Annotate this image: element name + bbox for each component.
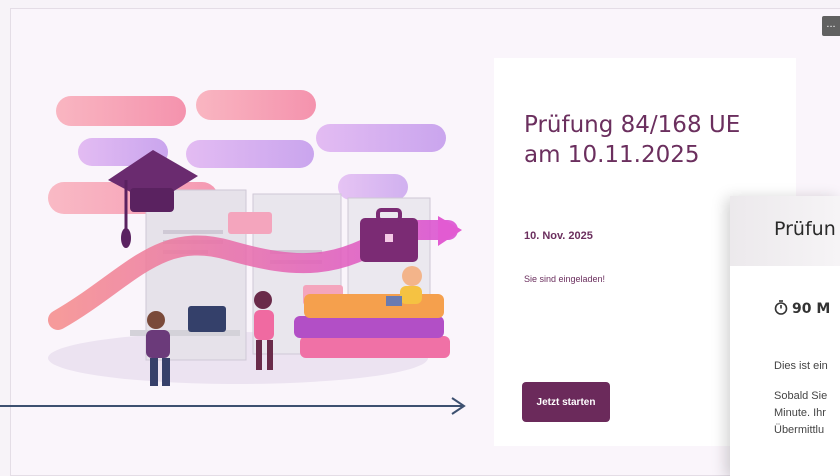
- more-icon: ...: [826, 18, 836, 30]
- exam-title: Prüfung 84/168 UE am 10.11.2025: [524, 112, 741, 168]
- more-options-button[interactable]: ...: [822, 16, 840, 36]
- panel-title: Prüfun: [774, 218, 836, 240]
- timer-icon: [774, 300, 788, 315]
- invite-text: Sie sind eingeladen!: [524, 274, 606, 284]
- panel-line-4: Übermittlu: [774, 424, 825, 436]
- arrow-right-icon: [0, 397, 466, 415]
- exam-details-panel: Prüfun 90 M Dies ist ein Sobald Sie Minu…: [730, 196, 840, 476]
- start-exam-button[interactable]: Jetzt starten: [522, 382, 610, 422]
- duration-label: 90 M: [774, 300, 830, 317]
- panel-line-2: Sobald Sie: [774, 390, 828, 402]
- panel-line-1: Dies ist ein: [774, 360, 828, 372]
- panel-line-3: Minute. Ihr: [774, 407, 826, 419]
- duration-value: 90 M: [792, 301, 831, 317]
- exam-date: 10. Nov. 2025: [524, 230, 593, 242]
- exam-illustration: [48, 90, 462, 386]
